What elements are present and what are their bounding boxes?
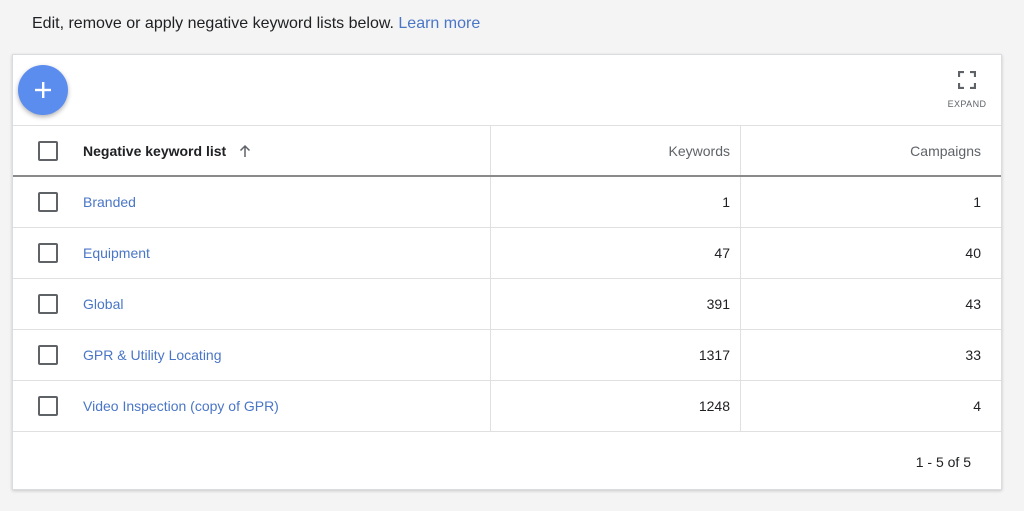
list-name-link[interactable]: Branded (83, 194, 136, 210)
list-name-cell: Branded (81, 177, 491, 227)
table-header-row: Negative keyword list Keywords Campaigns (13, 125, 1001, 177)
row-checkbox[interactable] (38, 294, 58, 314)
row-checkbox[interactable] (38, 396, 58, 416)
keywords-count: 391 (491, 279, 741, 329)
arrow-up-icon (240, 144, 251, 157)
negative-keyword-lists-card: EXPAND Negative keyword list Keywords Ca… (12, 54, 1002, 490)
campaigns-count: 43 (965, 296, 981, 312)
row-checkbox[interactable] (38, 243, 58, 263)
column-header-name[interactable]: Negative keyword list (81, 126, 491, 175)
fullscreen-icon (958, 71, 976, 89)
add-list-button[interactable] (18, 65, 68, 115)
column-header-keywords[interactable]: Keywords (491, 126, 741, 175)
keywords-count: 47 (491, 228, 741, 278)
list-name-cell: GPR & Utility Locating (81, 330, 491, 380)
column-header-name-label: Negative keyword list (83, 142, 227, 159)
campaigns-count: 33 (965, 347, 981, 363)
keywords-count: 1 (491, 177, 741, 227)
intro-text: Edit, remove or apply negative keyword l… (32, 13, 480, 35)
column-header-campaigns[interactable]: Campaigns (741, 126, 1001, 175)
pagination-summary: 1 - 5 of 5 (915, 454, 971, 470)
row-checkbox-cell (13, 330, 81, 380)
list-name-link[interactable]: Equipment (83, 245, 150, 261)
row-checkbox-cell (13, 279, 81, 329)
header-checkbox-cell (13, 126, 81, 175)
plus-icon (35, 82, 51, 98)
row-checkbox[interactable] (38, 192, 58, 212)
expand-button[interactable]: EXPAND (945, 71, 989, 113)
table-row: Video Inspection (copy of GPR) 1248 4 (13, 381, 1001, 432)
campaigns-count: 4 (973, 398, 981, 414)
row-checkbox-cell (13, 381, 81, 431)
campaigns-count: 1 (973, 194, 981, 210)
list-name-cell: Global (81, 279, 491, 329)
list-name-cell: Equipment (81, 228, 491, 278)
row-checkbox-cell (13, 177, 81, 227)
row-checkbox[interactable] (38, 345, 58, 365)
campaigns-count: 40 (965, 245, 981, 261)
table-row: GPR & Utility Locating 1317 33 (13, 330, 1001, 381)
table-row: Equipment 47 40 (13, 228, 1001, 279)
intro-description: Edit, remove or apply negative keyword l… (32, 15, 394, 32)
list-name-link[interactable]: GPR & Utility Locating (83, 347, 222, 363)
row-checkbox-cell (13, 228, 81, 278)
learn-more-link[interactable]: Learn more (398, 15, 480, 32)
list-name-cell: Video Inspection (copy of GPR) (81, 381, 491, 431)
list-name-link[interactable]: Video Inspection (copy of GPR) (83, 398, 279, 414)
expand-label: EXPAND (947, 99, 987, 109)
keywords-count: 1317 (491, 330, 741, 380)
keywords-count: 1248 (491, 381, 741, 431)
table-row: Branded 1 1 (13, 177, 1001, 228)
keyword-lists-table: Negative keyword list Keywords Campaigns… (13, 125, 1001, 432)
table-row: Global 391 43 (13, 279, 1001, 330)
list-name-link[interactable]: Global (83, 296, 123, 312)
select-all-checkbox[interactable] (38, 140, 58, 161)
